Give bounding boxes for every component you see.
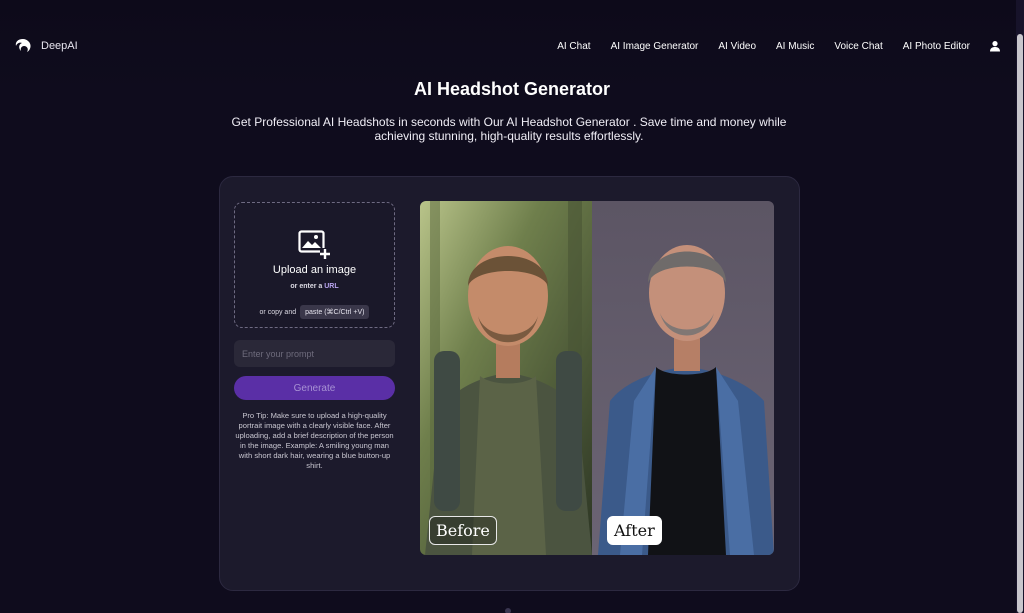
pro-tip: Pro Tip: Make sure to upload a high-qual… xyxy=(235,411,394,470)
nav-ai-music[interactable]: AI Music xyxy=(776,41,814,52)
deepai-logo-icon xyxy=(15,39,31,52)
before-label: Before xyxy=(429,516,497,545)
nav-ai-photo-editor[interactable]: AI Photo Editor xyxy=(903,41,970,52)
enter-url-link[interactable]: URL xyxy=(324,283,338,290)
url-line: or enter a URL xyxy=(235,283,394,290)
before-after-illustration xyxy=(420,201,774,555)
logo[interactable]: DeepAI xyxy=(14,38,78,54)
paste-line: or copy and paste (⌘C/Ctrl +V) xyxy=(235,305,394,319)
upload-dropzone[interactable]: Upload an image or enter a URL or copy a… xyxy=(234,202,395,328)
user-icon[interactable] xyxy=(989,40,1001,52)
add-image-icon xyxy=(298,230,330,259)
nav-ai-image-generator[interactable]: AI Image Generator xyxy=(611,41,699,52)
section-indicator xyxy=(505,608,511,613)
nav-ai-chat[interactable]: AI Chat xyxy=(557,41,590,52)
page-title: AI Headshot Generator xyxy=(413,79,611,99)
nav-ai-video[interactable]: AI Video xyxy=(718,41,756,52)
nav-voice-chat[interactable]: Voice Chat xyxy=(834,41,882,52)
headshot-tool-card: Upload an image or enter a URL or copy a… xyxy=(219,176,800,591)
main-nav: AI Chat AI Image Generator AI Video AI M… xyxy=(557,40,1001,52)
paste-prefix: or copy and xyxy=(259,308,297,316)
scrollbar-thumb[interactable] xyxy=(1017,34,1023,613)
upload-title: Upload an image xyxy=(272,264,357,276)
before-after-image: Before After xyxy=(420,201,774,555)
generate-button[interactable]: Generate xyxy=(234,376,395,400)
url-prefix: or enter a xyxy=(290,283,323,290)
brand-name: DeepAI xyxy=(41,40,78,52)
after-label: After xyxy=(607,516,662,545)
prompt-input[interactable] xyxy=(234,340,395,367)
page-subtitle: Get Professional AI Headshots in seconds… xyxy=(231,115,787,143)
paste-button[interactable]: paste (⌘C/Ctrl +V) xyxy=(300,305,370,319)
